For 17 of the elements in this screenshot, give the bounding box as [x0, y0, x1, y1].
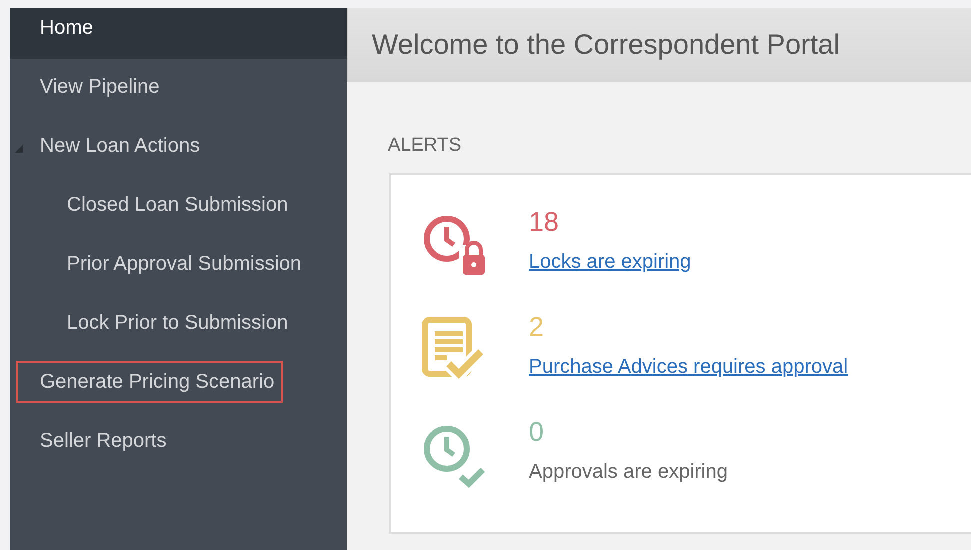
page-header: Welcome to the Correspondent Portal [347, 8, 971, 82]
sidebar-item[interactable]: View Pipeline [10, 59, 347, 118]
alert-count: 2 [529, 310, 546, 344]
sidebar-item[interactable]: New Loan Actions [10, 118, 347, 177]
sidebar-item[interactable]: Closed Loan Submission [10, 177, 347, 236]
alert-count: 18 [529, 206, 560, 238]
alerts-heading: ALERTS [388, 134, 463, 158]
alert-message: Approvals are expiring [529, 460, 728, 484]
highlight-frame: Generate Pricing Scenario [16, 361, 283, 403]
alert-link[interactable]: Locks are expiring [529, 246, 692, 276]
alert-count: 0 [529, 416, 546, 448]
sidebar-item[interactable]: Home [10, 8, 347, 59]
alert-link[interactable]: Purchase Advices requires approval [529, 352, 848, 382]
sidebar-item[interactable]: Generate Pricing Scenario [10, 354, 347, 413]
sidebar-item[interactable]: Seller Reports [10, 413, 347, 472]
sidebar-item[interactable]: Prior Approval Submission [10, 236, 347, 295]
sidebar-item[interactable]: Lock Prior to Submission [10, 295, 347, 354]
